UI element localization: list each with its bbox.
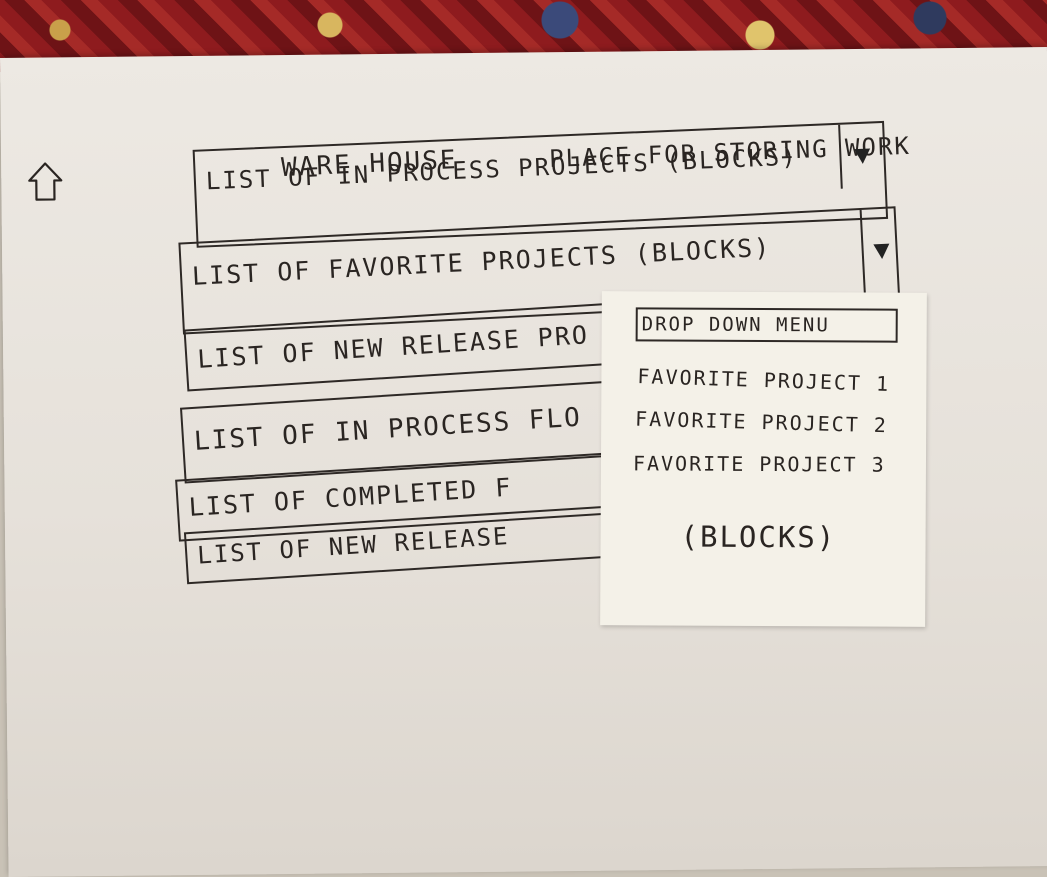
list-label: LIST OF FAVORITE PROJECTS (BLOCKS) xyxy=(191,232,772,291)
dropdown-menu-panel: DROP DOWN MENU FAVORITE PROJECT 1 FAVORI… xyxy=(600,291,927,627)
dropdown-menu-title: DROP DOWN MENU xyxy=(635,307,898,343)
favorite-project-item[interactable]: FAVORITE PROJECT 3 xyxy=(633,451,886,476)
list-label: LIST OF NEW RELEASE xyxy=(196,521,511,570)
list-label: LIST OF IN PROCESS FLO xyxy=(193,402,583,457)
dropdown-blocks-note: (BLOCKS) xyxy=(680,519,837,555)
triangle-down-icon xyxy=(854,148,871,165)
favorite-project-item[interactable]: FAVORITE PROJECT 1 xyxy=(637,364,890,396)
list-label: LIST OF IN PROCESS PROJECTS (BLOCKS) xyxy=(205,142,799,196)
favorite-project-item[interactable]: FAVORITE PROJECT 2 xyxy=(635,407,888,438)
dropdown-toggle-favorite[interactable] xyxy=(859,206,901,294)
home-icon[interactable] xyxy=(25,160,65,202)
list-label: LIST OF NEW RELEASE PRO xyxy=(196,320,590,374)
triangle-down-icon xyxy=(873,243,891,260)
dropdown-toggle-in-process[interactable] xyxy=(838,120,885,189)
